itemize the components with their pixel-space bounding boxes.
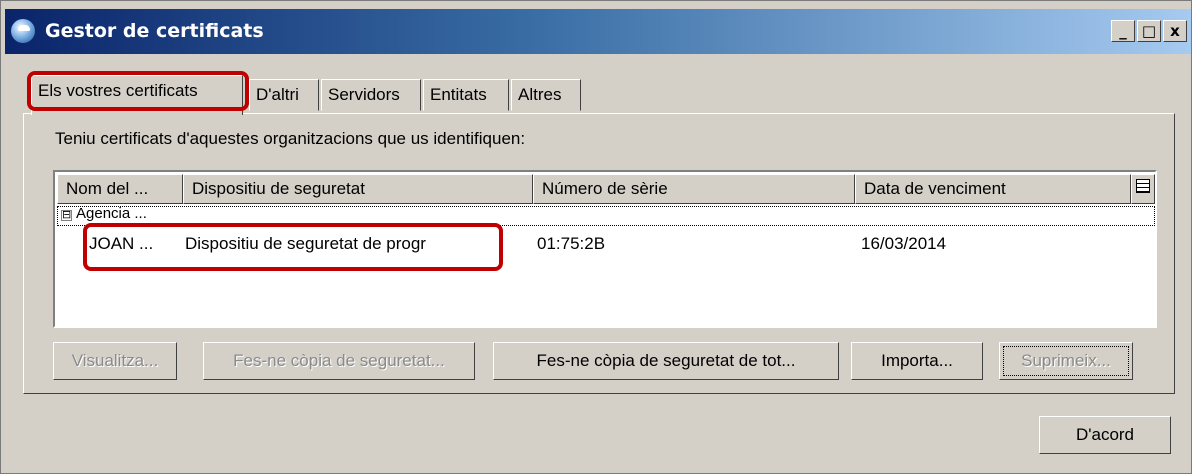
minimize-button[interactable]: _ — [1111, 20, 1135, 42]
tab-others[interactable]: D'altri — [249, 79, 319, 111]
import-button[interactable]: Importa... — [851, 342, 983, 380]
ok-button[interactable]: D'acord — [1039, 416, 1171, 454]
title-bar[interactable]: Gestor de certificats _ □ x — [5, 9, 1191, 54]
app-icon — [11, 19, 35, 43]
cell-expiry: 16/03/2014 — [861, 234, 947, 253]
highlight-row-annotation — [83, 223, 503, 271]
group-label: Agencia ... — [76, 205, 147, 222]
tab-servers[interactable]: Servidors — [321, 79, 421, 111]
cell-serial: 01:75:2B — [537, 234, 606, 253]
backup-button[interactable]: Fes-ne còpia de seguretat... — [203, 342, 475, 380]
column-picker-button[interactable] — [1131, 174, 1155, 204]
column-header-device[interactable]: Dispositiu de seguretat — [183, 174, 533, 204]
column-header-name[interactable]: Nom del ... — [57, 174, 183, 204]
certificate-manager-window: Gestor de certificats _ □ x Els vostres … — [0, 0, 1192, 474]
panel-prompt: Teniu certificats d'aquestes organitzaci… — [55, 129, 526, 148]
backup-all-button[interactable]: Fes-ne còpia de seguretat de tot... — [493, 342, 839, 380]
window-title: Gestor de certificats — [45, 20, 264, 42]
column-header-serial[interactable]: Número de sèrie — [533, 174, 855, 204]
collapse-icon[interactable]: ⊟ — [61, 209, 72, 221]
tab-other[interactable]: Altres — [511, 79, 581, 111]
close-button[interactable]: x — [1163, 20, 1187, 42]
column-picker-icon — [1136, 179, 1150, 193]
column-header-expiry[interactable]: Data de venciment — [855, 174, 1131, 204]
tab-authorities[interactable]: Entitats — [423, 79, 509, 111]
maximize-button[interactable]: □ — [1137, 20, 1161, 42]
highlight-tab-annotation — [27, 71, 249, 111]
delete-button[interactable]: Suprimeix... — [999, 342, 1133, 380]
view-button[interactable]: Visualitza... — [53, 342, 177, 380]
